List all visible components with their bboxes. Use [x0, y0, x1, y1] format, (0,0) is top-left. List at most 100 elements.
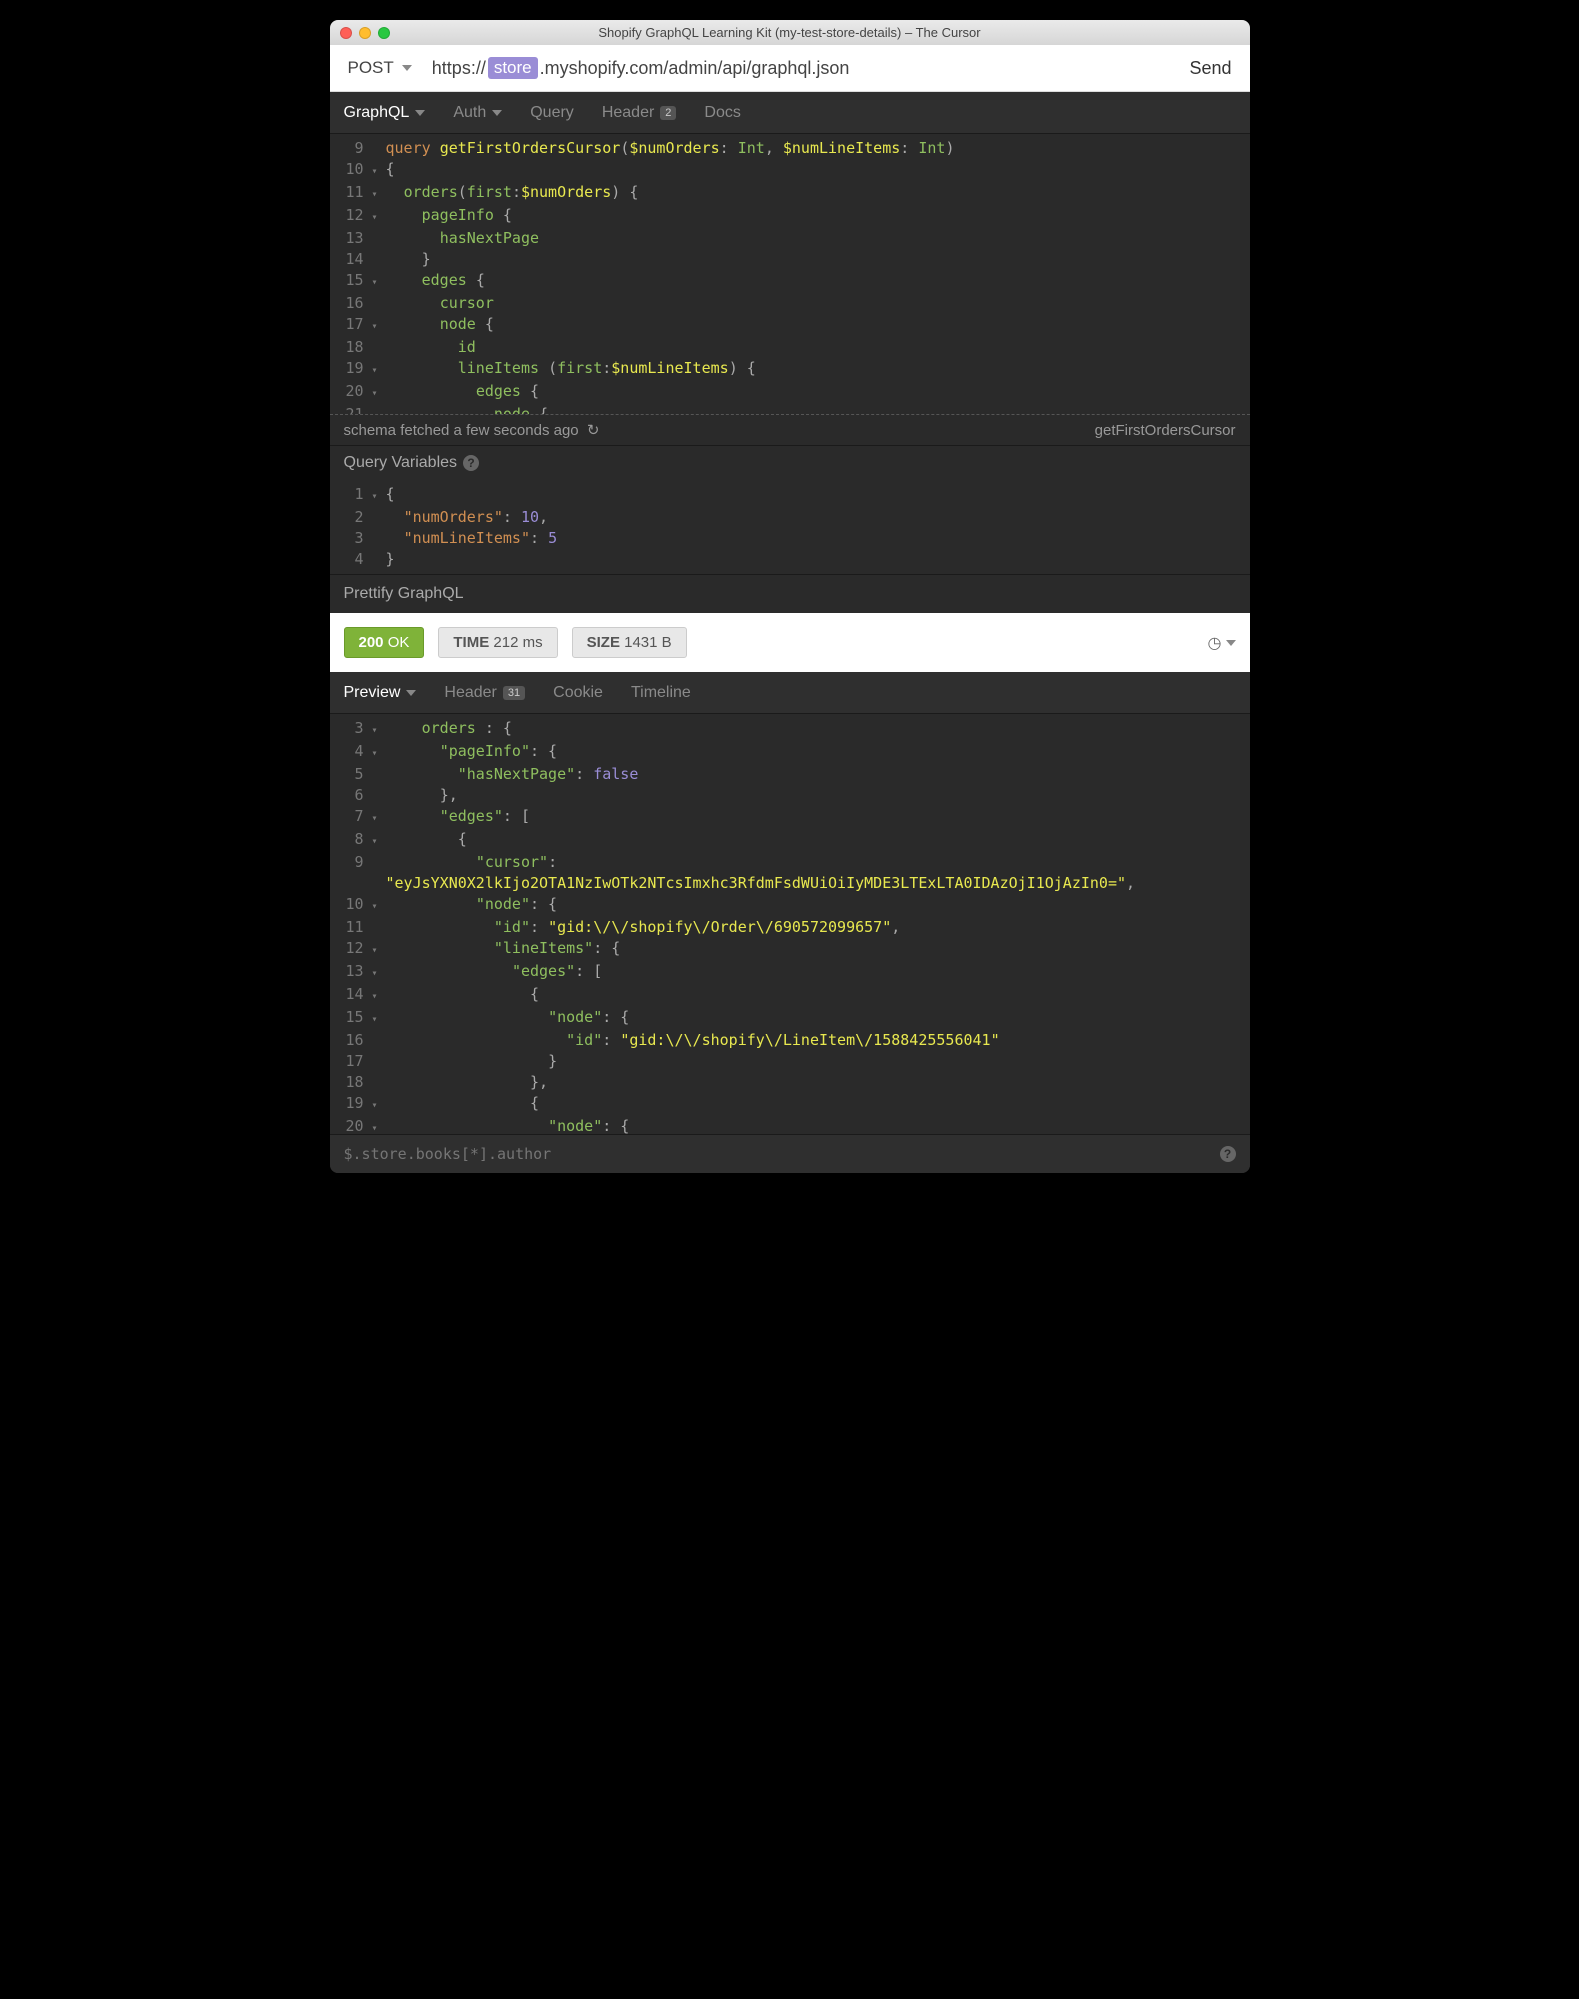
time-value: 212 ms [493, 634, 542, 651]
fold-toggle [372, 1072, 386, 1093]
size-value: 1431 B [624, 634, 672, 651]
send-button[interactable]: Send [1189, 58, 1231, 79]
size-label: SIZE [587, 634, 620, 651]
operation-name: getFirstOrdersCursor [1095, 422, 1236, 439]
code-line: 16 "id": "gid:\/\/shopify\/LineItem\/158… [330, 1030, 1250, 1051]
code-line: 2 "numOrders": 10, [330, 507, 1250, 528]
fold-toggle[interactable]: ▾ [372, 894, 386, 917]
jsonpath-input[interactable] [344, 1145, 1220, 1163]
fold-toggle [372, 785, 386, 806]
fold-toggle[interactable]: ▾ [372, 381, 386, 404]
fold-toggle[interactable]: ▾ [372, 806, 386, 829]
refresh-icon[interactable] [583, 422, 600, 439]
history-dropdown[interactable] [1208, 633, 1236, 653]
line-number: 11 [330, 182, 372, 205]
code-line: 17▾ node { [330, 314, 1250, 337]
line-number: 2 [330, 507, 372, 528]
fold-toggle[interactable]: ▾ [372, 829, 386, 852]
code-line: 18 id [330, 337, 1250, 358]
zoom-window-button[interactable] [378, 27, 390, 39]
fold-toggle[interactable]: ▾ [372, 314, 386, 337]
window-controls [340, 27, 390, 39]
fold-toggle[interactable]: ▾ [372, 1116, 386, 1134]
help-icon[interactable]: ? [1220, 1146, 1236, 1162]
tab-preview[interactable]: Preview [344, 674, 417, 712]
fold-toggle[interactable]: ▾ [372, 159, 386, 182]
fold-toggle [372, 873, 386, 894]
fold-toggle[interactable]: ▾ [372, 182, 386, 205]
fold-toggle [372, 917, 386, 938]
line-number: 11 [330, 917, 372, 938]
code-line: 8▾ { [330, 829, 1250, 852]
code-content: "numOrders": 10, [386, 507, 1250, 528]
close-window-button[interactable] [340, 27, 352, 39]
url-input[interactable]: https:// store .myshopify.com/admin/api/… [432, 57, 1178, 79]
fold-toggle[interactable]: ▾ [372, 718, 386, 741]
line-number: 1 [330, 484, 372, 507]
tab-label: Auth [453, 104, 486, 122]
tab-graphql[interactable]: GraphQL [344, 94, 426, 132]
code-line: 4▾ "pageInfo": { [330, 741, 1250, 764]
fold-toggle [372, 764, 386, 785]
line-number: 7 [330, 806, 372, 829]
header-count-badge: 2 [660, 106, 676, 120]
chevron-down-icon [402, 65, 412, 71]
fold-toggle[interactable]: ▾ [372, 984, 386, 1007]
line-number: 14 [330, 984, 372, 1007]
fold-toggle[interactable]: ▾ [372, 358, 386, 381]
fold-toggle[interactable]: ▾ [372, 484, 386, 507]
line-number: 12 [330, 205, 372, 228]
fold-toggle[interactable]: ▾ [372, 1093, 386, 1116]
code-content: pageInfo { [386, 205, 1250, 228]
code-line: 9query getFirstOrdersCursor($numOrders: … [330, 138, 1250, 159]
query-variables-header[interactable]: Query Variables ? [330, 445, 1250, 480]
tab-response-header[interactable]: Header 31 [444, 674, 525, 712]
tab-label: GraphQL [344, 104, 410, 122]
code-line: 7▾ "edges": [ [330, 806, 1250, 829]
fold-toggle[interactable]: ▾ [372, 961, 386, 984]
tab-header[interactable]: Header 2 [602, 94, 677, 132]
line-number: 6 [330, 785, 372, 806]
code-line: 20▾ edges { [330, 381, 1250, 404]
line-number: 4 [330, 549, 372, 570]
code-line: 15▾ edges { [330, 270, 1250, 293]
help-icon[interactable]: ? [463, 455, 479, 471]
code-content: "node": { [386, 1116, 1250, 1134]
code-content: cursor [386, 293, 1250, 314]
method-dropdown[interactable]: POST [348, 58, 412, 78]
code-content: "pageInfo": { [386, 741, 1250, 764]
code-content: orders : { [386, 718, 1250, 741]
line-number: 10 [330, 159, 372, 182]
code-line: 11▾ orders(first:$numOrders) { [330, 182, 1250, 205]
code-content: "id": "gid:\/\/shopify\/LineItem\/158842… [386, 1030, 1250, 1051]
fold-toggle[interactable]: ▾ [372, 938, 386, 961]
tab-label: Preview [344, 684, 401, 702]
tab-timeline[interactable]: Timeline [631, 674, 691, 712]
line-number: 8 [330, 829, 372, 852]
fold-toggle[interactable]: ▾ [372, 741, 386, 764]
tab-label: Header [444, 684, 496, 702]
minimize-window-button[interactable] [359, 27, 371, 39]
fold-toggle[interactable]: ▾ [372, 270, 386, 293]
code-content: "node": { [386, 894, 1250, 917]
graphql-editor[interactable]: 9query getFirstOrdersCursor($numOrders: … [330, 134, 1250, 414]
fold-toggle[interactable]: ▾ [372, 205, 386, 228]
tab-docs[interactable]: Docs [704, 94, 740, 132]
code-content: "lineItems": { [386, 938, 1250, 961]
tab-auth[interactable]: Auth [453, 94, 502, 132]
fold-toggle[interactable]: ▾ [372, 404, 386, 414]
code-line: 10▾{ [330, 159, 1250, 182]
line-number: 5 [330, 764, 372, 785]
line-number: 19 [330, 358, 372, 381]
section-label: Query Variables [344, 454, 458, 472]
query-variables-editor[interactable]: 1▾{2 "numOrders": 10,3 "numLineItems": 5… [330, 480, 1250, 574]
fold-toggle [372, 249, 386, 270]
code-content: "eyJsYXN0X2lkIjo2OTA1NzIwOTk2NTcsImxhc3R… [386, 873, 1250, 894]
schema-status-bar: schema fetched a few seconds ago getFirs… [330, 414, 1250, 445]
response-body-viewer[interactable]: 3▾ orders : {4▾ "pageInfo": {5 "hasNextP… [330, 714, 1250, 1134]
tab-query[interactable]: Query [530, 94, 574, 132]
tab-cookie[interactable]: Cookie [553, 674, 603, 712]
prettify-button[interactable]: Prettify GraphQL [330, 574, 1250, 613]
response-tabs: Preview Header 31 Cookie Timeline [330, 672, 1250, 714]
fold-toggle[interactable]: ▾ [372, 1007, 386, 1030]
